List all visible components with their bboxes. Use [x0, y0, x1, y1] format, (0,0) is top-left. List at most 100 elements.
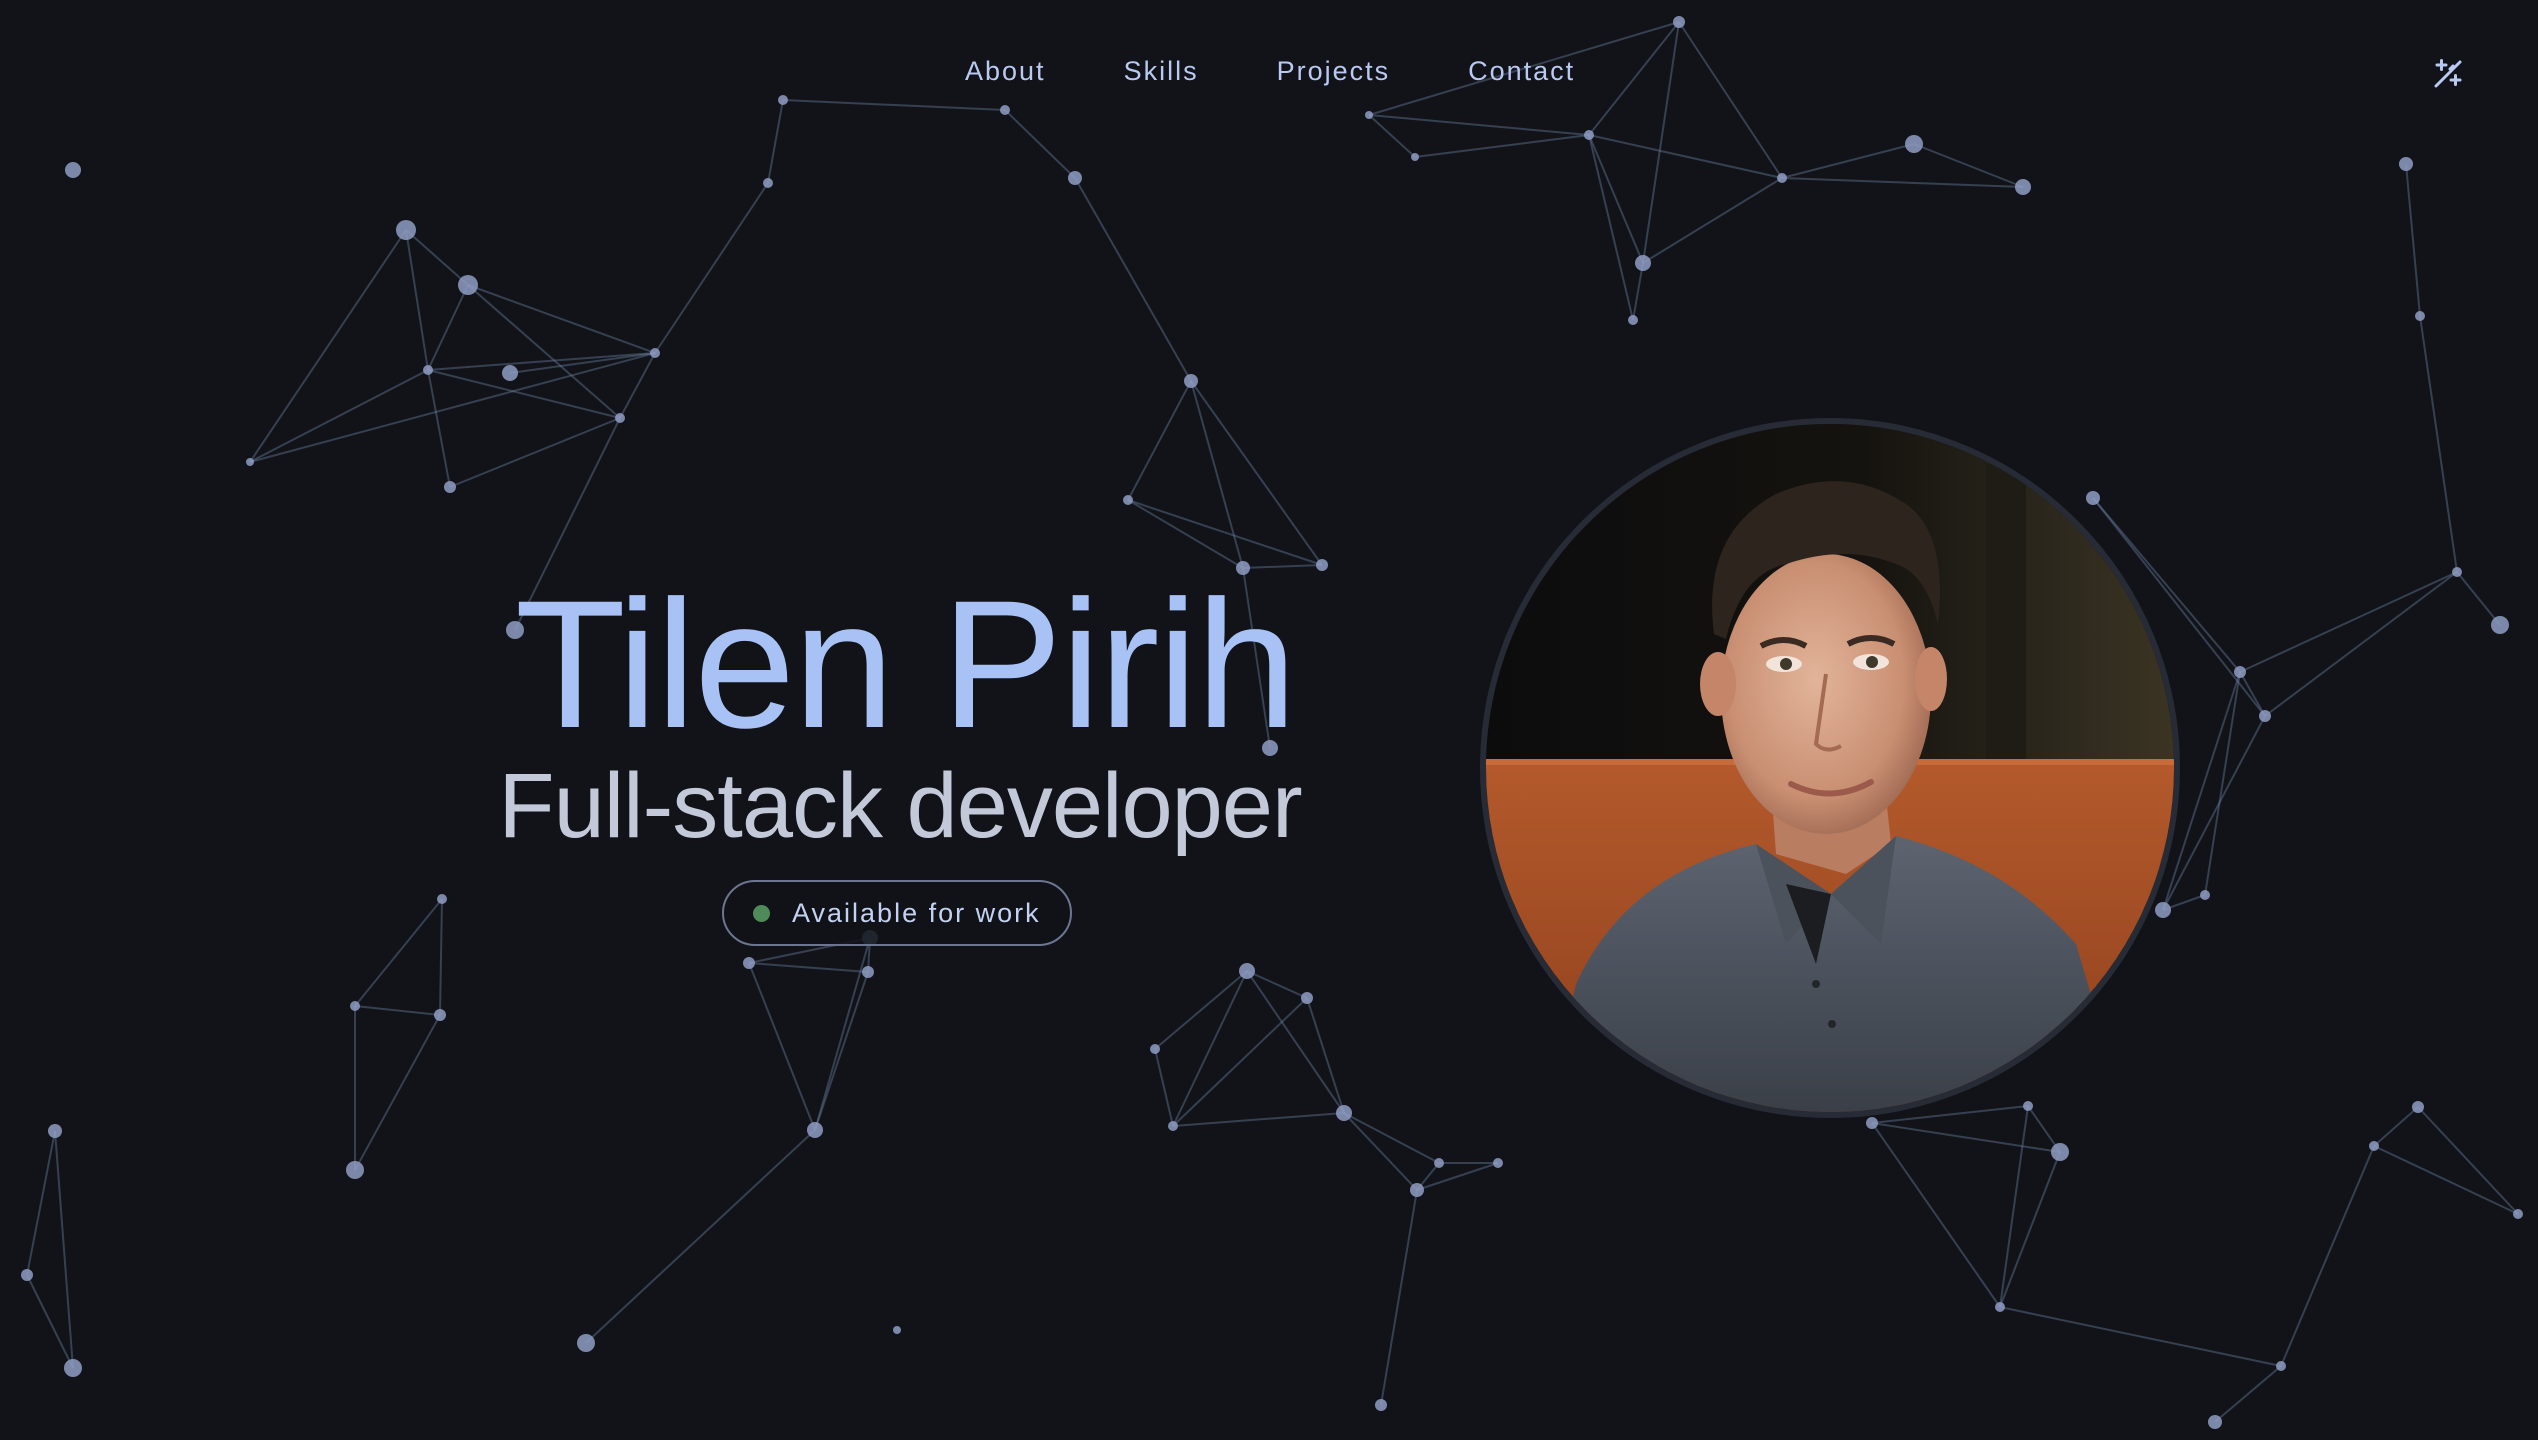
network-node — [807, 1122, 823, 1138]
network-edge — [2417, 1106, 2519, 1215]
network-edge — [1999, 1151, 2061, 1308]
network-node — [1995, 1302, 2005, 1312]
network-node — [1673, 16, 1685, 28]
network-node — [2023, 1101, 2033, 1111]
network-edge — [1642, 21, 1680, 264]
network-node — [1375, 1399, 1387, 1411]
status-dot-icon — [753, 904, 770, 922]
nav-contact-link[interactable]: Contact — [1468, 56, 1575, 87]
network-edge — [619, 352, 656, 419]
profile-photo — [1480, 418, 2180, 1118]
hero-role: Full-stack developer — [498, 755, 1302, 857]
network-node — [1316, 559, 1328, 571]
network-node — [778, 95, 788, 105]
network-edge — [585, 1129, 816, 1344]
network-node — [2452, 567, 2462, 577]
network-edge — [354, 898, 443, 1007]
network-node — [2200, 890, 2210, 900]
network-edge — [1127, 499, 1323, 566]
network-node — [650, 348, 660, 358]
network-edge — [2373, 1145, 2519, 1215]
network-edge — [1343, 1112, 1418, 1191]
network-edge — [2280, 1145, 2375, 1367]
network-node — [1184, 374, 1198, 388]
network-node — [862, 966, 874, 978]
network-node — [1411, 153, 1419, 161]
network-node — [2276, 1361, 2286, 1371]
network-node — [1584, 130, 1594, 140]
network-node — [2015, 179, 2031, 195]
network-node — [2208, 1415, 2222, 1429]
network-edge — [748, 962, 816, 1131]
network-edge — [2204, 671, 2241, 896]
network-edge — [1074, 177, 1192, 382]
network-node — [1068, 171, 1082, 185]
network-node — [246, 458, 254, 466]
network-edge — [405, 229, 429, 371]
network-node — [502, 365, 518, 381]
network-edge — [1588, 134, 1634, 321]
network-edge — [354, 1014, 441, 1171]
network-edge — [2456, 571, 2501, 626]
network-edge — [1190, 380, 1244, 569]
network-node — [1493, 1158, 1503, 1168]
network-node — [763, 178, 773, 188]
network-node — [893, 1326, 901, 1334]
theme-toggle-button[interactable] — [2430, 56, 2466, 92]
network-node — [2412, 1101, 2424, 1113]
network-node — [444, 481, 456, 493]
network-edge — [2373, 1106, 2419, 1147]
network-node — [1150, 1044, 1160, 1054]
network-edge — [1781, 143, 1915, 179]
nav-about-link[interactable]: About — [965, 56, 1046, 87]
network-node — [1866, 1117, 1878, 1129]
network-node — [423, 365, 433, 375]
network-edge — [1368, 114, 1590, 136]
network-edge — [26, 1130, 56, 1276]
network-edge — [2239, 671, 2266, 717]
network-node — [1123, 495, 1133, 505]
network-edge — [1871, 1122, 2001, 1308]
network-node — [2491, 616, 2509, 634]
network-edge — [1999, 1105, 2029, 1308]
network-node — [2513, 1209, 2523, 1219]
network-node — [1301, 992, 1313, 1004]
network-node — [2086, 491, 2100, 505]
network-node — [1336, 1105, 1352, 1121]
network-node — [1239, 963, 1255, 979]
top-nav: About Skills Projects Contact — [965, 56, 1575, 87]
network-edge — [2239, 571, 2458, 673]
network-edge — [2264, 571, 2458, 717]
network-edge — [654, 182, 769, 354]
network-node — [2369, 1141, 2379, 1151]
network-edge — [427, 369, 451, 488]
network-edge — [1871, 1122, 2061, 1153]
profile-photo-illustration — [1486, 424, 2174, 1112]
network-edge — [748, 962, 869, 973]
network-node — [64, 1359, 82, 1377]
network-edge — [1588, 134, 1783, 179]
network-edge — [249, 369, 429, 463]
nav-projects-link[interactable]: Projects — [1277, 56, 1391, 87]
nav-skills-link[interactable]: Skills — [1124, 56, 1199, 87]
network-node — [743, 957, 755, 969]
network-node — [346, 1161, 364, 1179]
network-node — [577, 1334, 595, 1352]
network-edge — [1380, 1189, 1418, 1406]
network-node — [48, 1124, 62, 1138]
network-node — [434, 1009, 446, 1021]
network-edge — [1588, 134, 1644, 264]
network-edge — [1127, 380, 1192, 501]
network-edge — [1154, 970, 1248, 1050]
network-edge — [814, 937, 871, 1131]
status-badge-label: Available for work — [792, 897, 1041, 928]
network-node — [2415, 311, 2425, 321]
network-node — [1628, 315, 1638, 325]
network-edge — [449, 417, 621, 488]
network-node — [1635, 255, 1651, 271]
network-edge — [1172, 1112, 1345, 1127]
network-node — [1777, 173, 1787, 183]
network-edge — [1642, 177, 1783, 264]
network-node — [1905, 135, 1923, 153]
network-edge — [1913, 143, 2024, 188]
